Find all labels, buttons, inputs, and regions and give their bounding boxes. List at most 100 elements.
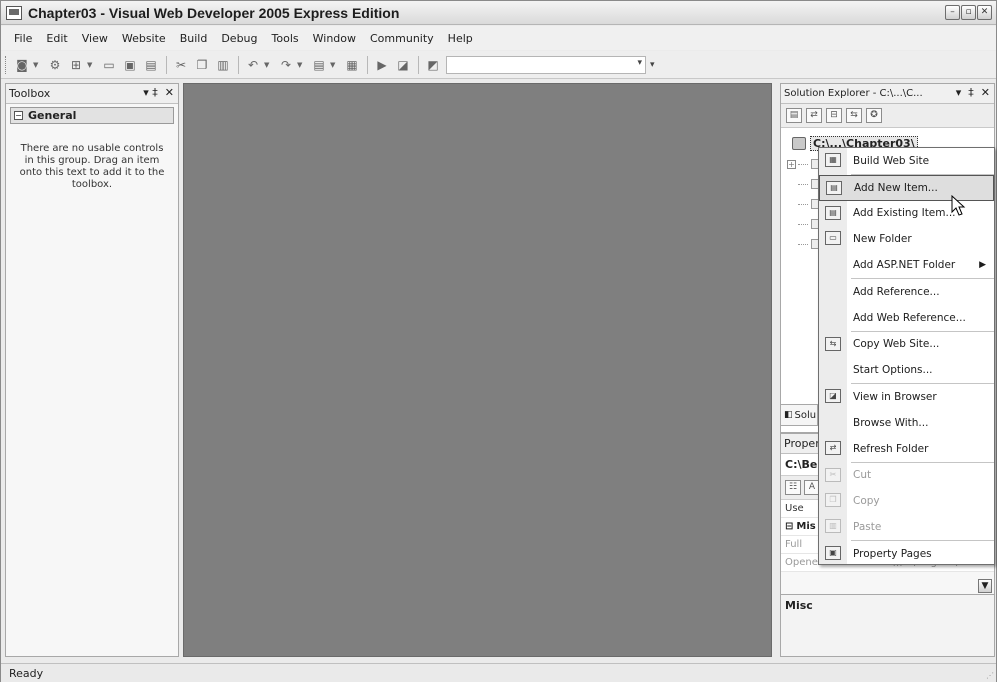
nest-files-icon[interactable]: ⊟ — [826, 108, 842, 123]
standard-toolbar: ◙ ▼ ⚙ ⊞ ▼ ▭ ▣ ▤ ✂ ❐ ▥ ↶ ▼ ↷ ▼ ▤ ▼ ▦ ▶ ◪ … — [1, 51, 996, 79]
close-icon[interactable]: ✕ — [165, 86, 174, 99]
menu-item-build-web-site[interactable]: ▦ Build Web Site — [819, 148, 994, 174]
copy-icon[interactable]: ❐ — [192, 55, 212, 75]
menu-debug[interactable]: Debug — [214, 30, 264, 47]
menu-community[interactable]: Community — [363, 30, 441, 47]
solution-tree: + — [787, 154, 819, 254]
mouse-cursor-icon — [951, 195, 966, 216]
menu-item-label: Property Pages — [853, 547, 932, 560]
menu-tools[interactable]: Tools — [265, 30, 306, 47]
menu-item-label: Build Web Site — [853, 154, 930, 167]
menu-item-browse-with[interactable]: Browse With... — [819, 410, 994, 436]
find-combo[interactable] — [446, 55, 646, 74]
scroll-down-icon[interactable]: ▼ — [978, 579, 992, 593]
menu-item-label: Start Options... — [853, 364, 933, 377]
document-area[interactable] — [183, 83, 772, 657]
tab-solution-explorer[interactable]: ◧ Solu — [780, 404, 818, 426]
menu-item-copy[interactable]: ❐ Copy — [819, 488, 994, 514]
expand-icon[interactable]: + — [787, 159, 796, 169]
navigate-back-icon[interactable]: ▤ — [309, 55, 329, 75]
add-item-icon[interactable]: ⊞ — [66, 55, 86, 75]
navigate-forward-icon[interactable]: ▦ — [342, 55, 362, 75]
dropdown-icon[interactable]: ▾ — [956, 86, 962, 99]
pin-icon[interactable]: ‡ — [968, 86, 974, 99]
toolbar-grip[interactable] — [5, 55, 8, 74]
menu-item-label: View in Browser — [853, 391, 937, 404]
collapse-icon[interactable]: − — [14, 111, 23, 120]
refresh-icon[interactable]: ⇄ — [806, 108, 822, 123]
menu-item-label: Add New Item... — [854, 181, 938, 194]
toolbox-header-tools: ▾ ‡ ✕ — [143, 86, 174, 99]
chevron-down-icon[interactable]: ▼ — [264, 61, 272, 69]
redo-icon[interactable]: ↷ — [276, 55, 296, 75]
menu-item-label: Paste — [853, 521, 882, 534]
menu-item-label: New Folder — [853, 233, 912, 246]
open-website-icon[interactable]: ⚙ — [45, 55, 65, 75]
menu-item-label: Add ASP.NET Folder — [853, 259, 956, 272]
open-file-icon[interactable]: ▭ — [99, 55, 119, 75]
start-debugging-icon[interactable]: ▶ — [372, 55, 392, 75]
tree-node[interactable] — [787, 214, 819, 234]
menu-item-label: Browse With... — [853, 416, 929, 429]
window-title: Chapter03 - Visual Web Developer 2005 Ex… — [28, 4, 400, 21]
menu-file[interactable]: File — [7, 30, 39, 47]
menu-help[interactable]: Help — [441, 30, 480, 47]
menu-item-paste[interactable]: ▥ Paste — [819, 514, 994, 540]
menu-item-copy-web-site[interactable]: ⇆ Copy Web Site... — [819, 332, 994, 358]
categorized-icon[interactable]: ☷ — [785, 480, 801, 495]
asp-config-icon[interactable]: ✪ — [866, 108, 882, 123]
minimize-button[interactable]: – — [945, 5, 960, 20]
toolbar-overflow-icon[interactable]: ▾ — [650, 60, 655, 70]
menu-item-label: Refresh Folder — [853, 442, 929, 455]
menu-item-refresh-folder[interactable]: ⇄ Refresh Folder — [819, 436, 994, 462]
tree-node[interactable] — [787, 234, 819, 254]
menu-edit[interactable]: Edit — [39, 30, 74, 47]
menu-item-add-existing-item[interactable]: ▤ Add Existing Item... — [819, 201, 994, 227]
solution-explorer-tools: ▾ ‡ ✕ — [956, 86, 990, 99]
toolbox-header: Toolbox ▾ ‡ ✕ — [6, 84, 178, 104]
save-icon[interactable]: ▣ — [120, 55, 140, 75]
paste-icon[interactable]: ▥ — [213, 55, 233, 75]
menu-item-start-options[interactable]: Start Options... — [819, 357, 994, 383]
close-button[interactable]: ✕ — [977, 5, 992, 20]
toolbox-empty-message: There are no usable controls in this gro… — [19, 143, 165, 190]
menu-item-add-reference[interactable]: Add Reference... — [819, 279, 994, 305]
submenu-arrow-icon: ▶ — [979, 260, 986, 271]
copy-web-site-icon[interactable]: ⇆ — [846, 108, 862, 123]
close-icon[interactable]: ✕ — [981, 86, 990, 99]
tab-label: Solu — [794, 409, 817, 421]
menu-build[interactable]: Build — [173, 30, 215, 47]
view-browser-icon: ◪ — [825, 389, 841, 404]
view-in-browser-icon[interactable]: ◪ — [393, 55, 413, 75]
menu-item-property-pages[interactable]: ▣ Property Pages — [819, 541, 994, 567]
menu-item-label: Copy — [853, 495, 880, 508]
menu-website[interactable]: Website — [115, 30, 173, 47]
menu-view[interactable]: View — [75, 30, 115, 47]
save-all-icon[interactable]: ▤ — [141, 55, 161, 75]
resize-grip-icon[interactable]: ⋰ — [986, 671, 994, 680]
tree-node[interactable] — [787, 174, 819, 194]
new-website-icon[interactable]: ◙ — [12, 55, 32, 75]
menu-window[interactable]: Window — [306, 30, 363, 47]
cut-icon[interactable]: ✂ — [171, 55, 191, 75]
tree-node[interactable] — [787, 194, 819, 214]
menu-item-add-web-reference[interactable]: Add Web Reference... — [819, 305, 994, 331]
chevron-down-icon[interactable]: ▼ — [297, 61, 305, 69]
chevron-down-icon[interactable]: ▼ — [33, 61, 41, 69]
pin-icon[interactable]: ▾ ‡ — [143, 86, 158, 99]
collapse-icon[interactable]: ⊟ — [785, 521, 793, 532]
menu-item-view-in-browser[interactable]: ◪ View in Browser — [819, 384, 994, 410]
chevron-down-icon[interactable]: ▼ — [330, 61, 338, 69]
maximize-button[interactable]: ▫ — [961, 5, 976, 20]
chevron-down-icon[interactable]: ▼ — [87, 61, 95, 69]
menu-item-cut[interactable]: ✂ Cut — [819, 463, 994, 489]
toolbox-group-general[interactable]: − General — [10, 107, 174, 124]
undo-icon[interactable]: ↶ — [243, 55, 263, 75]
find-icon[interactable]: ◩ — [423, 55, 443, 75]
tree-node[interactable]: + — [787, 154, 819, 174]
menu-item-add-aspnet-folder[interactable]: Add ASP.NET Folder ▶ — [819, 252, 994, 278]
menu-item-add-new-item[interactable]: ▤ Add New Item... — [819, 174, 994, 201]
menu-item-new-folder[interactable]: ▭ New Folder — [819, 226, 994, 252]
paste-icon: ▥ — [825, 519, 841, 534]
properties-icon[interactable]: ▤ — [786, 108, 802, 123]
